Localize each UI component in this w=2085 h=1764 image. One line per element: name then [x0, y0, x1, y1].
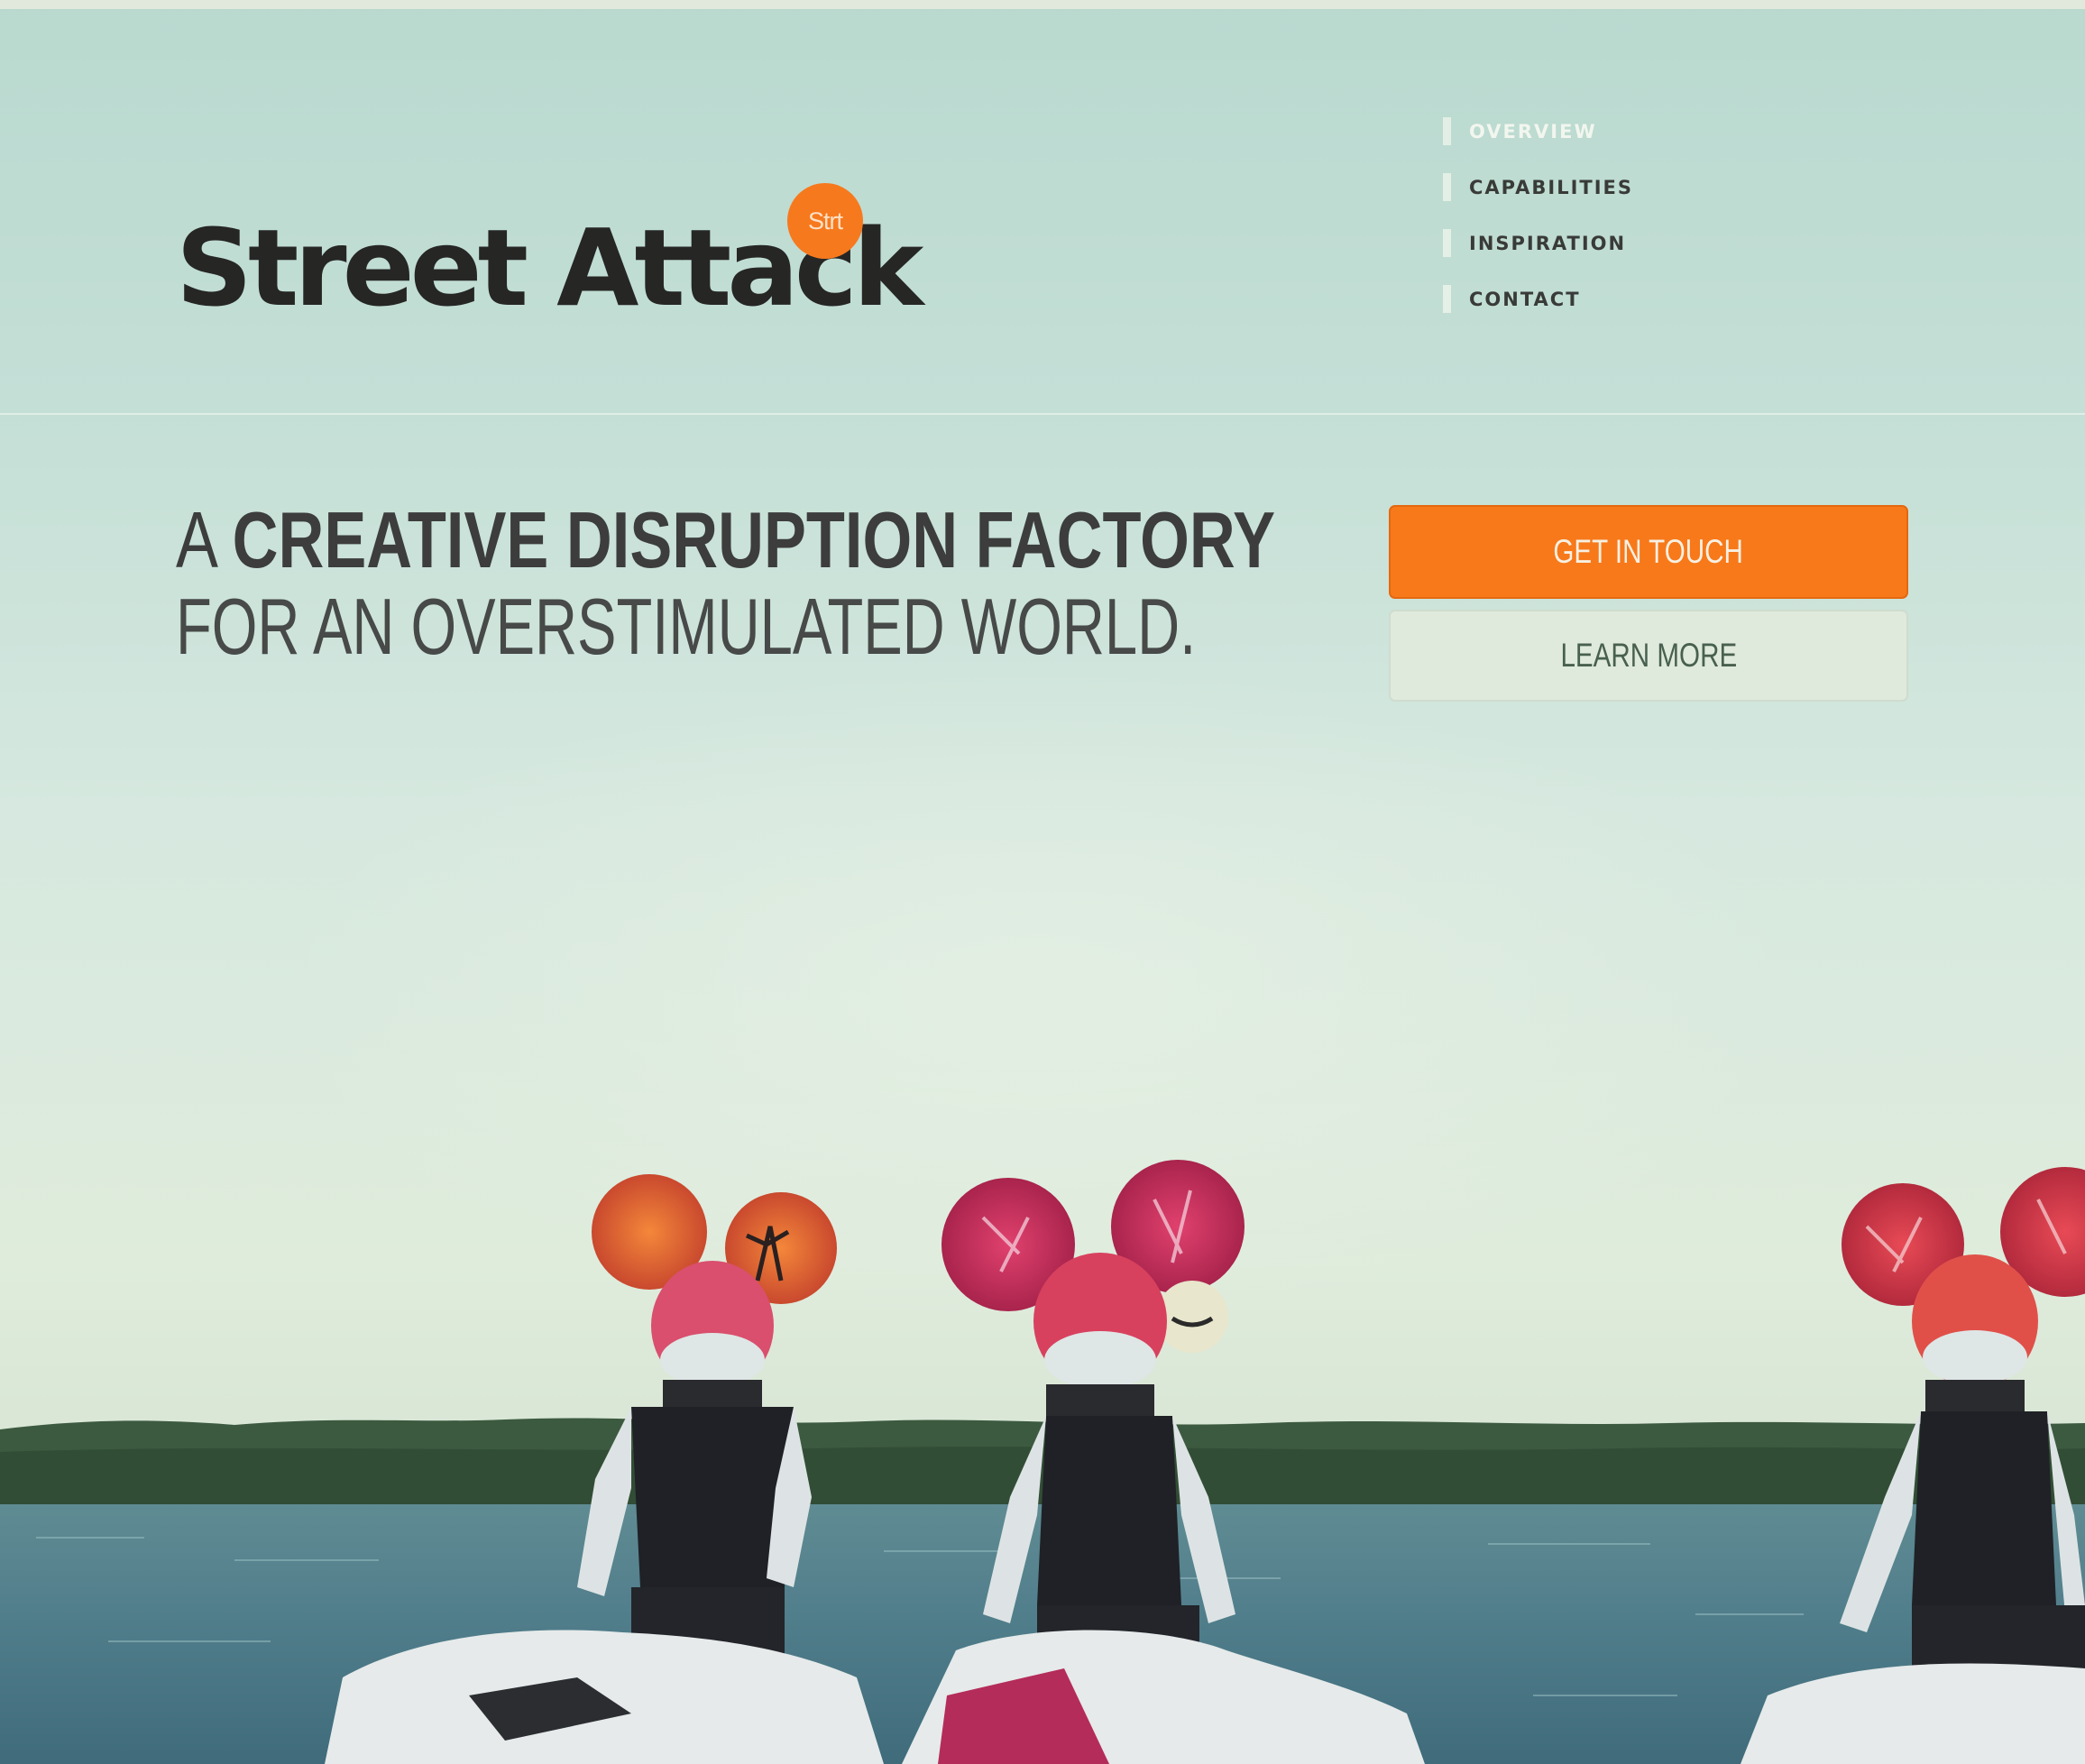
learn-more-label: LEARN MORE	[1560, 637, 1737, 674]
nav-marker	[1443, 173, 1451, 201]
nav-item-inspiration[interactable]: INSPIRATION	[1443, 229, 1804, 257]
nav-marker	[1443, 285, 1451, 313]
hero-headline: A CREATIVE DISRUPTION FACTORY FOR AN OVE…	[176, 501, 1275, 671]
nav-item-overview[interactable]: OVERVIEW	[1443, 117, 1804, 145]
nav-item-capabilities[interactable]: CAPABILITIES	[1443, 173, 1804, 201]
hero-line-1: A CREATIVE DISRUPTION FACTORY	[176, 501, 1275, 580]
nav-marker	[1443, 229, 1451, 257]
header-divider	[0, 413, 2085, 415]
top-border-strip	[0, 0, 2085, 9]
nav-label-capabilities: CAPABILITIES	[1469, 177, 1634, 198]
main-nav: OVERVIEW CAPABILITIES INSPIRATION CONTAC…	[1443, 117, 1804, 341]
nav-label-inspiration: INSPIRATION	[1469, 233, 1627, 254]
get-in-touch-label: GET IN TOUCH	[1553, 533, 1744, 570]
hero-prefix: A	[176, 495, 216, 584]
nav-label-overview: OVERVIEW	[1469, 121, 1597, 142]
street-attack-logo[interactable]: Street Attack Strt	[176, 180, 923, 343]
learn-more-button[interactable]: LEARN MORE	[1389, 610, 1908, 702]
site-header: Street Attack Strt OVERVIEW CAPABILITIES…	[0, 9, 2085, 413]
logo-badge: Strt	[787, 183, 863, 259]
hero-emphasis: CREATIVE DISRUPTION FACTORY	[232, 495, 1276, 584]
get-in-touch-button[interactable]: GET IN TOUCH	[1389, 505, 1908, 599]
nav-label-contact: CONTACT	[1469, 289, 1581, 310]
nav-marker	[1443, 117, 1451, 145]
nav-item-contact[interactable]: CONTACT	[1443, 285, 1804, 313]
hero-line-2: FOR AN OVERSTIMULATED WORLD.	[176, 582, 1197, 671]
